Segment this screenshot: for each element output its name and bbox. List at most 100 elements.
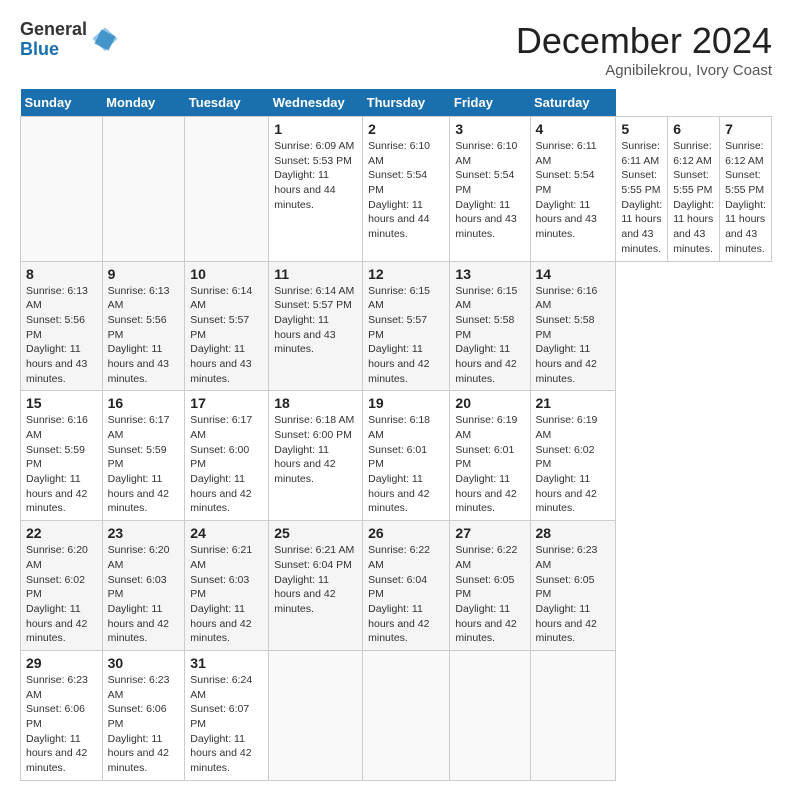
calendar-cell — [269, 650, 363, 780]
calendar-cell — [530, 650, 616, 780]
calendar-cell: 1Sunrise: 6:09 AMSunset: 5:53 PMDaylight… — [269, 117, 363, 262]
day-number: 30 — [108, 655, 180, 671]
page-header: General Blue December 2024 Agnibilekrou,… — [20, 20, 772, 79]
day-info: Sunrise: 6:19 AMSunset: 6:02 PMDaylight:… — [536, 413, 611, 516]
day-info: Sunrise: 6:12 AMSunset: 5:55 PMDaylight:… — [673, 139, 714, 257]
calendar-header-row: SundayMondayTuesdayWednesdayThursdayFrid… — [21, 89, 772, 117]
day-info: Sunrise: 6:12 AMSunset: 5:55 PMDaylight:… — [725, 139, 766, 257]
logo: General Blue — [20, 20, 119, 60]
month-title: December 2024 — [516, 20, 772, 62]
day-number: 15 — [26, 395, 97, 411]
day-number: 17 — [190, 395, 263, 411]
calendar-week-1: 1Sunrise: 6:09 AMSunset: 5:53 PMDaylight… — [21, 117, 772, 262]
calendar-cell: 14 Sunrise: 6:16 AMSunset: 5:58 PMDayligh… — [530, 261, 616, 391]
day-info: Sunrise: 6:21 AMSunset: 6:04 PMDaylight:… — [274, 543, 357, 616]
day-number: 9 — [108, 266, 180, 282]
day-info: Sunrise: 6:19 AMSunset: 6:01 PMDaylight:… — [455, 413, 524, 516]
day-number: 20 — [455, 395, 524, 411]
calendar-cell: 13Sunrise: 6:15 AMSunset: 5:58 PMDayligh… — [450, 261, 530, 391]
calendar-cell: 9Sunrise: 6:13 AMSunset: 5:56 PMDaylight… — [102, 261, 185, 391]
day-info: Sunrise: 6:14 AMSunset: 5:57 PMDaylight:… — [190, 284, 263, 387]
calendar-cell: 17 Sunrise: 6:17 AMSunset: 6:00 PMDayligh… — [185, 391, 269, 521]
calendar-cell: 26 Sunrise: 6:22 AMSunset: 6:04 PMDayligh… — [363, 521, 450, 651]
calendar-cell: 7 Sunrise: 6:12 AMSunset: 5:55 PMDaylight… — [720, 117, 772, 262]
calendar-cell: 4 Sunrise: 6:11 AMSunset: 5:54 PMDaylight… — [530, 117, 616, 262]
calendar-week-5: 29 Sunrise: 6:23 AMSunset: 6:06 PMDayligh… — [21, 650, 772, 780]
day-info: Sunrise: 6:18 AMSunset: 6:01 PMDaylight:… — [368, 413, 444, 516]
calendar-cell: 15 Sunrise: 6:16 AMSunset: 5:59 PMDayligh… — [21, 391, 103, 521]
day-number: 28 — [536, 525, 611, 541]
day-info: Sunrise: 6:17 AMSunset: 6:00 PMDaylight:… — [190, 413, 263, 516]
calendar-cell: 11Sunrise: 6:14 AMSunset: 5:57 PMDayligh… — [269, 261, 363, 391]
calendar-cell: 3 Sunrise: 6:10 AMSunset: 5:54 PMDaylight… — [450, 117, 530, 262]
day-number: 11 — [274, 266, 357, 282]
day-info: Sunrise: 6:17 AMSunset: 5:59 PMDaylight:… — [108, 413, 180, 516]
day-number: 4 — [536, 121, 611, 137]
calendar-cell: 5Sunrise: 6:11 AMSunset: 5:55 PMDaylight… — [616, 117, 668, 262]
calendar-cell: 8 Sunrise: 6:13 AMSunset: 5:56 PMDaylight… — [21, 261, 103, 391]
day-info: Sunrise: 6:16 AMSunset: 5:59 PMDaylight:… — [26, 413, 97, 516]
location: Agnibilekrou, Ivory Coast — [516, 62, 772, 79]
calendar-cell: 6 Sunrise: 6:12 AMSunset: 5:55 PMDaylight… — [668, 117, 720, 262]
calendar-cell: 29Sunrise: 6:23 AMSunset: 6:06 PMDayligh… — [21, 650, 103, 780]
day-info: Sunrise: 6:20 AMSunset: 6:03 PMDaylight:… — [108, 543, 180, 646]
day-info: Sunrise: 6:22 AMSunset: 6:04 PMDaylight:… — [368, 543, 444, 646]
logo-icon — [91, 26, 119, 54]
calendar-cell: 21Sunrise: 6:19 AMSunset: 6:02 PMDayligh… — [530, 391, 616, 521]
day-number: 29 — [26, 655, 97, 671]
day-info: Sunrise: 6:15 AMSunset: 5:58 PMDaylight:… — [455, 284, 524, 387]
day-info: Sunrise: 6:11 AMSunset: 5:54 PMDaylight:… — [536, 139, 611, 242]
day-number: 3 — [455, 121, 524, 137]
calendar-cell: 27Sunrise: 6:22 AMSunset: 6:05 PMDayligh… — [450, 521, 530, 651]
calendar-week-2: 8 Sunrise: 6:13 AMSunset: 5:56 PMDaylight… — [21, 261, 772, 391]
calendar-cell: 28 Sunrise: 6:23 AMSunset: 6:05 PMDayligh… — [530, 521, 616, 651]
day-info: Sunrise: 6:22 AMSunset: 6:05 PMDaylight:… — [455, 543, 524, 646]
calendar-week-4: 22Sunrise: 6:20 AMSunset: 6:02 PMDayligh… — [21, 521, 772, 651]
day-info: Sunrise: 6:15 AMSunset: 5:57 PMDaylight:… — [368, 284, 444, 387]
calendar-cell: 10 Sunrise: 6:14 AMSunset: 5:57 PMDayligh… — [185, 261, 269, 391]
calendar-week-3: 15 Sunrise: 6:16 AMSunset: 5:59 PMDayligh… — [21, 391, 772, 521]
day-number: 26 — [368, 525, 444, 541]
calendar-cell — [185, 117, 269, 262]
header-friday: Friday — [450, 89, 530, 117]
day-number: 25 — [274, 525, 357, 541]
calendar-cell — [363, 650, 450, 780]
day-number: 14 — [536, 266, 611, 282]
day-number: 23 — [108, 525, 180, 541]
header-tuesday: Tuesday — [185, 89, 269, 117]
day-info: Sunrise: 6:16 AMSunset: 5:58 PMDaylight:… — [536, 284, 611, 387]
calendar-cell: 23 Sunrise: 6:20 AMSunset: 6:03 PMDayligh… — [102, 521, 185, 651]
calendar-cell: 30 Sunrise: 6:23 AMSunset: 6:06 PMDayligh… — [102, 650, 185, 780]
calendar-cell: 24Sunrise: 6:21 AMSunset: 6:03 PMDayligh… — [185, 521, 269, 651]
day-info: Sunrise: 6:10 AMSunset: 5:54 PMDaylight:… — [455, 139, 524, 242]
day-number: 10 — [190, 266, 263, 282]
day-number: 7 — [725, 121, 766, 137]
day-info: Sunrise: 6:21 AMSunset: 6:03 PMDaylight:… — [190, 543, 263, 646]
day-number: 18 — [274, 395, 357, 411]
calendar-cell: 19Sunrise: 6:18 AMSunset: 6:01 PMDayligh… — [363, 391, 450, 521]
header-monday: Monday — [102, 89, 185, 117]
calendar-cell: 25 Sunrise: 6:21 AMSunset: 6:04 PMDayligh… — [269, 521, 363, 651]
header-thursday: Thursday — [363, 89, 450, 117]
day-info: Sunrise: 6:18 AMSunset: 6:00 PMDaylight:… — [274, 413, 357, 486]
day-number: 8 — [26, 266, 97, 282]
calendar-cell: 2 Sunrise: 6:10 AMSunset: 5:54 PMDaylight… — [363, 117, 450, 262]
day-number: 22 — [26, 525, 97, 541]
day-number: 12 — [368, 266, 444, 282]
calendar-cell: 22Sunrise: 6:20 AMSunset: 6:02 PMDayligh… — [21, 521, 103, 651]
day-info: Sunrise: 6:09 AMSunset: 5:53 PMDaylight:… — [274, 139, 357, 212]
day-info: Sunrise: 6:23 AMSunset: 6:06 PMDaylight:… — [108, 673, 180, 776]
day-number: 5 — [621, 121, 662, 137]
day-number: 6 — [673, 121, 714, 137]
day-info: Sunrise: 6:10 AMSunset: 5:54 PMDaylight:… — [368, 139, 444, 242]
header-saturday: Saturday — [530, 89, 616, 117]
calendar-cell: 16 Sunrise: 6:17 AMSunset: 5:59 PMDayligh… — [102, 391, 185, 521]
calendar-cell — [102, 117, 185, 262]
day-number: 2 — [368, 121, 444, 137]
calendar-cell: 18 Sunrise: 6:18 AMSunset: 6:00 PMDayligh… — [269, 391, 363, 521]
day-number: 16 — [108, 395, 180, 411]
calendar-cell — [21, 117, 103, 262]
day-info: Sunrise: 6:23 AMSunset: 6:05 PMDaylight:… — [536, 543, 611, 646]
day-info: Sunrise: 6:13 AMSunset: 5:56 PMDaylight:… — [26, 284, 97, 387]
day-info: Sunrise: 6:24 AMSunset: 6:07 PMDaylight:… — [190, 673, 263, 776]
